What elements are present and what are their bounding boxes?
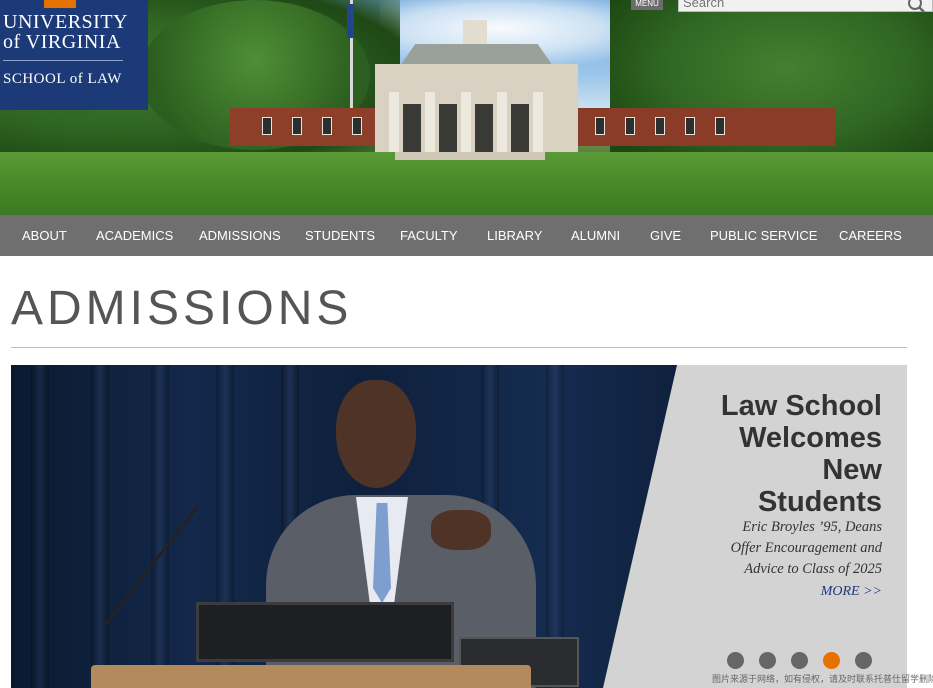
curtain-fold bbox=[31, 365, 49, 688]
window bbox=[685, 117, 695, 135]
slide-dot-5[interactable] bbox=[855, 652, 872, 669]
walkway bbox=[395, 152, 545, 160]
headline-line: Welcomes bbox=[739, 422, 882, 454]
nav-item-careers[interactable]: CAREERS bbox=[839, 215, 902, 256]
flag bbox=[347, 4, 354, 38]
rotunda-emblem-icon bbox=[44, 0, 76, 8]
slide-dot-3[interactable] bbox=[791, 652, 808, 669]
headline-line: Students bbox=[757, 486, 882, 518]
nav-item-admissions[interactable]: ADMISSIONS bbox=[199, 215, 281, 256]
subhead-line: Eric Broyles ’95, Deans bbox=[742, 519, 882, 535]
nav-item-students[interactable]: STUDENTS bbox=[305, 215, 375, 256]
brick-wing-right bbox=[575, 108, 835, 146]
title-divider bbox=[11, 347, 907, 348]
nav-item-academics[interactable]: ACADEMICS bbox=[96, 215, 173, 256]
search-input[interactable] bbox=[683, 0, 898, 9]
slide-dot-1[interactable] bbox=[727, 652, 744, 669]
law-school-building bbox=[375, 64, 578, 154]
window bbox=[322, 117, 332, 135]
building-roof bbox=[400, 44, 553, 66]
doorway bbox=[403, 104, 421, 154]
column bbox=[497, 92, 507, 154]
window bbox=[352, 117, 362, 135]
curtain-fold bbox=[151, 365, 169, 688]
slide-headline[interactable]: Law School Welcomes New Students bbox=[660, 390, 882, 518]
column bbox=[389, 92, 399, 154]
podium bbox=[91, 665, 531, 688]
watermark-text: 图片来源于网络，如有侵权，请及时联系托普仕留学删除 bbox=[712, 674, 933, 684]
page-title: ADMISSIONS bbox=[11, 282, 353, 335]
window bbox=[262, 117, 272, 135]
logo-divider bbox=[3, 60, 123, 61]
logo-virginia-text: of VIRGINIA bbox=[3, 31, 121, 53]
window bbox=[625, 117, 635, 135]
logo-school-text: SCHOOL of LAW bbox=[3, 71, 122, 87]
slide-dot-4[interactable] bbox=[823, 652, 840, 669]
doorway bbox=[439, 104, 457, 154]
building-cupola bbox=[463, 20, 487, 46]
logo-university-text: UNIVERSITY bbox=[3, 11, 128, 33]
nav-item-alumni[interactable]: ALUMNI bbox=[571, 215, 620, 256]
search-icon[interactable] bbox=[906, 0, 926, 14]
column bbox=[533, 92, 543, 154]
speaker-hand bbox=[431, 510, 491, 550]
search-box bbox=[678, 0, 933, 12]
nav-item-library[interactable]: LIBRARY bbox=[487, 215, 542, 256]
window bbox=[655, 117, 665, 135]
headline-line: Law School bbox=[720, 390, 882, 422]
nav-item-public-service[interactable]: PUBLIC SERVICE bbox=[710, 215, 817, 256]
more-link[interactable]: MORE >> bbox=[760, 584, 882, 600]
lawn bbox=[0, 152, 933, 215]
school-logo[interactable]: UNIVERSITY of VIRGINIA SCHOOL of LAW bbox=[0, 0, 148, 110]
nav-item-about[interactable]: ABOUT bbox=[22, 215, 67, 256]
doorway bbox=[475, 104, 493, 154]
doorway bbox=[511, 104, 529, 154]
main-nav: ABOUT ACADEMICS ADMISSIONS STUDENTS FACU… bbox=[0, 215, 933, 256]
window bbox=[715, 117, 725, 135]
subhead-line: Offer Encouragement and bbox=[730, 540, 882, 556]
window bbox=[292, 117, 302, 135]
nav-item-faculty[interactable]: FACULTY bbox=[400, 215, 458, 256]
column bbox=[425, 92, 435, 154]
window bbox=[595, 117, 605, 135]
speaker-head bbox=[336, 380, 416, 488]
curtain-fold bbox=[91, 365, 109, 688]
headline-line: New bbox=[822, 454, 882, 486]
column bbox=[461, 92, 471, 154]
podium-monitor bbox=[196, 602, 454, 662]
subhead-line: Advice to Class of 2025 bbox=[744, 561, 882, 577]
slide-dot-2[interactable] bbox=[759, 652, 776, 669]
nav-item-give[interactable]: GIVE bbox=[650, 215, 681, 256]
menu-button[interactable]: MENU bbox=[631, 0, 663, 10]
slide-subhead: Eric Broyles ’95, Deans Offer Encouragem… bbox=[660, 517, 882, 580]
